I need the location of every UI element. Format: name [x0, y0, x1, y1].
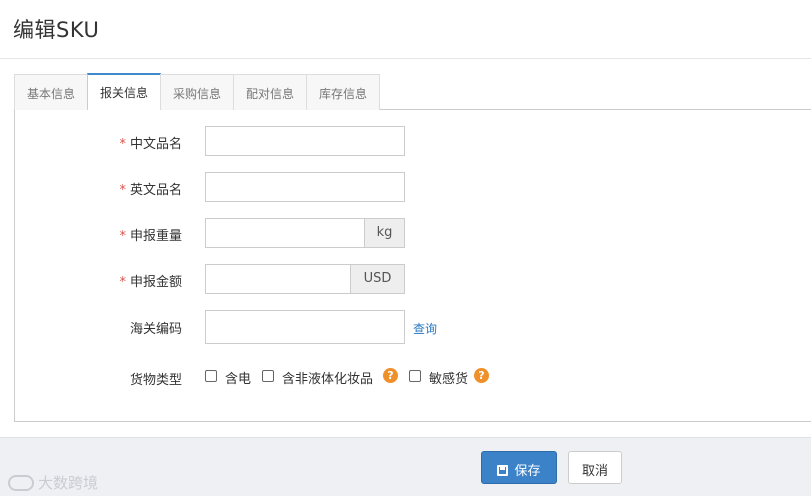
customs-info-form: * 中文品名 * 英文品名 * 申报重量 kg * 申报金额 USD 海关编码 查询 货…	[14, 110, 811, 422]
en-name-label: * 英文品名	[119, 183, 182, 198]
cn-name-row: * 中文品名	[15, 126, 811, 156]
tab-purchase-info[interactable]: 采购信息	[160, 74, 234, 110]
save-button[interactable]: 保存	[481, 451, 557, 484]
hs-code-query-link[interactable]: 查询	[413, 320, 437, 337]
cosmetics-checkbox-label[interactable]: 含非液体化妆品	[282, 368, 373, 387]
sensitive-goods-help-icon[interactable]: ?	[474, 368, 489, 383]
amount-input[interactable]: USD	[205, 264, 405, 294]
hs-code-input[interactable]	[205, 310, 405, 344]
sensitive-goods-checkbox[interactable]	[409, 370, 421, 382]
tab-basic-info[interactable]: 基本信息	[14, 74, 88, 110]
watermark-logo-icon	[8, 475, 34, 491]
sku-edit-panel: 基本信息 报关信息 采购信息 配对信息 库存信息 * 中文品名 * 英文品名 * 申报…	[14, 73, 811, 422]
required-mark: *	[119, 229, 126, 244]
page-header: 编辑SKU	[0, 0, 811, 59]
cn-name-label: * 中文品名	[119, 137, 182, 152]
goods-type-row: 货物类型 含电 含非液体化妆品 ? 敏感货 ?	[15, 362, 811, 392]
battery-checkbox[interactable]	[205, 370, 217, 382]
amount-row: * 申报金额 USD	[15, 264, 811, 294]
tab-customs-info[interactable]: 报关信息	[87, 73, 161, 111]
hs-code-label: 海关编码	[129, 322, 182, 337]
battery-checkbox-label[interactable]: 含电	[225, 368, 251, 387]
amount-currency-addon: USD	[350, 265, 404, 293]
goods-type-label: 货物类型	[129, 373, 182, 388]
weight-row: * 申报重量 kg	[15, 218, 811, 248]
weight-input[interactable]: kg	[205, 218, 405, 248]
page-title: 编辑SKU	[13, 18, 100, 42]
required-mark: *	[119, 183, 126, 198]
save-button-label: 保存	[514, 464, 541, 479]
sensitive-goods-checkbox-label[interactable]: 敏感货	[429, 368, 468, 387]
weight-unit-addon: kg	[364, 219, 404, 247]
hs-code-row: 海关编码 查询	[15, 310, 811, 344]
tab-inventory-info[interactable]: 库存信息	[306, 74, 380, 110]
cosmetics-help-icon[interactable]: ?	[383, 368, 398, 383]
amount-label: * 申报金额	[119, 275, 182, 290]
watermark: 大数跨境	[8, 472, 98, 493]
cn-name-input[interactable]	[205, 126, 405, 156]
required-mark: *	[119, 137, 126, 152]
tab-bar: 基本信息 报关信息 采购信息 配对信息 库存信息	[14, 73, 811, 111]
weight-label: * 申报重量	[119, 229, 182, 244]
tab-pairing-info[interactable]: 配对信息	[233, 74, 307, 110]
en-name-row: * 英文品名	[15, 172, 811, 202]
form-footer: 保存 取消	[0, 437, 811, 496]
en-name-input[interactable]	[205, 172, 405, 202]
cancel-button[interactable]: 取消	[568, 451, 622, 484]
required-mark: *	[119, 275, 126, 290]
cosmetics-checkbox[interactable]	[262, 370, 274, 382]
floppy-disk-icon	[497, 465, 509, 476]
